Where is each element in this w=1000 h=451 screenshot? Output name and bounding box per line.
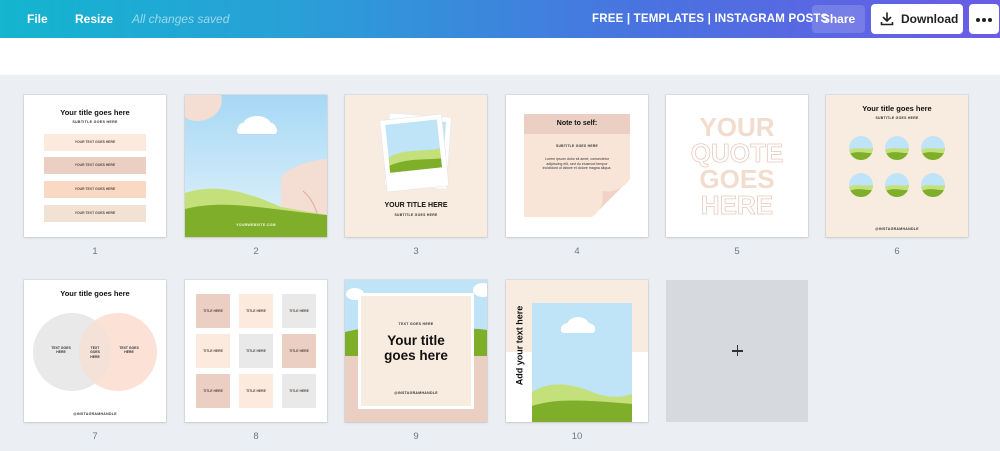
page-2-website: YOURWEBSITE.COM [236,223,276,227]
page-thumbnail-4[interactable]: Note to self: SUBTITLE GOES HERE Lorem i… [506,95,648,237]
page-8-cell-4-text: TITLE HERE [203,349,223,353]
page-number-3: 3 [413,246,419,257]
page-10-vertical-text: Add your text here [514,305,525,386]
share-button[interactable]: Share [812,5,865,33]
page-8-cell-3-text: TITLE HERE [289,309,309,313]
page-thumbnail-9[interactable]: TEXT GOES HERE Your title goes here @INS… [345,280,487,422]
page-8-cell-5-text: TITLE HERE [246,349,266,353]
page-8-cell-1-text: TITLE HERE [203,309,223,313]
download-button[interactable]: Download [871,4,963,34]
file-menu-button[interactable]: File [27,0,48,38]
page-8-cell-2-text: TITLE HERE [246,309,266,313]
page-number-4: 4 [574,246,580,257]
page-4-folded-corner [592,179,630,217]
page-2-landscape-illustration [185,95,327,237]
page-number-8: 8 [253,431,259,442]
page-9-title-line-2: goes here [384,348,448,363]
page-8-cell-8-text: TITLE HERE [246,389,266,393]
page-thumbnail-7[interactable]: Your title goes here TEXT GOES HERE TEXT… [24,280,166,422]
page-7-middle-text: TEXT GOES HERE [90,346,100,359]
page-1-row-3-text: YOUR TEXT GOES HERE [74,187,116,191]
page-4-subtitle: SUBTITLE GOES HERE [555,144,599,148]
page-1-row-4-text: YOUR TEXT GOES HERE [74,211,116,215]
page-number-9: 9 [413,431,419,442]
page-1-row-2-text: YOUR TEXT GOES HERE [74,163,116,167]
download-label: Download [901,12,959,26]
page-7-left-text: TEXT GOES HERE [51,346,71,355]
add-page-button[interactable] [666,280,808,422]
top-toolbar: File Resize All changes saved FREE | TEM… [0,0,1000,38]
page-number-1: 1 [92,246,98,257]
page-4-body: Lorem ipsum dolor sit amet, consectetur … [542,157,612,171]
page-8-cell-7-text: TITLE HERE [203,389,223,393]
page-9-handle: @INSTAGRAMHANDLE [394,391,438,395]
more-options-button[interactable] [969,4,999,34]
page-3-title: YOUR TITLE HERE [384,202,448,209]
page-7-right-text: TEXT GOES HERE [119,346,139,355]
page-thumbnail-3[interactable]: YOUR TITLE HERE SUBTITLE GOES HERE [345,95,487,237]
page-9-title-line-1: Your title [387,333,445,348]
page-5-quote-line-3: GOES [699,164,775,194]
page-5-quote-line-2: QUOTE [690,138,784,168]
page-thumbnail-8[interactable]: TITLE HERE TITLE HERE TITLE HERE TITLE H… [185,280,327,422]
page-thumbnail-1[interactable]: Your title goes here SUBTITLE GOES HERE … [24,95,166,237]
page-thumbnail-10[interactable]: Add your text here [506,280,648,422]
page-6-handle: @INSTAGRAMHANDLE [875,227,919,231]
page-8-cell-9-text: TITLE HERE [289,389,309,393]
page-1-title: Your title goes here [60,108,130,117]
page-number-10: 10 [571,431,583,442]
page-number-6: 6 [894,246,900,257]
page-number-7: 7 [92,431,98,442]
page-thumbnail-5[interactable]: YOUR QUOTE GOES HERE [666,95,808,237]
page-1-row-1-text: YOUR TEXT GOES HERE [74,140,116,144]
page-5-quote-line-1: YOUR [699,112,775,142]
page-3-subtitle: SUBTITLE GOES HERE [394,213,438,217]
page-4-title: Note to self: [556,120,598,127]
page-thumbnail-2[interactable]: YOURWEBSITE.COM [185,95,327,237]
page-1-subtitle: SUBTITLE GOES HERE [72,120,118,124]
page-thumbnail-6[interactable]: Your title goes here SUBTITLE GOES HERE … [826,95,968,237]
page-5-quote-line-4: HERE [700,190,774,220]
page-8-cell-6-text: TITLE HERE [289,349,309,353]
save-status: All changes saved [132,12,230,26]
document-title[interactable]: FREE | TEMPLATES | INSTAGRAM POSTS [592,0,828,38]
page-9-kicker: TEXT GOES HERE [398,322,434,326]
page-number-5: 5 [734,246,740,257]
page-10-illustration [506,280,648,422]
download-icon [880,12,894,26]
page-number-2: 2 [253,246,259,257]
resize-button[interactable]: Resize [75,0,113,38]
header-spacer [0,38,1000,75]
page-6-circle-photos [849,136,945,197]
page-7-handle: @INSTAGRAMHANDLE [73,412,117,416]
